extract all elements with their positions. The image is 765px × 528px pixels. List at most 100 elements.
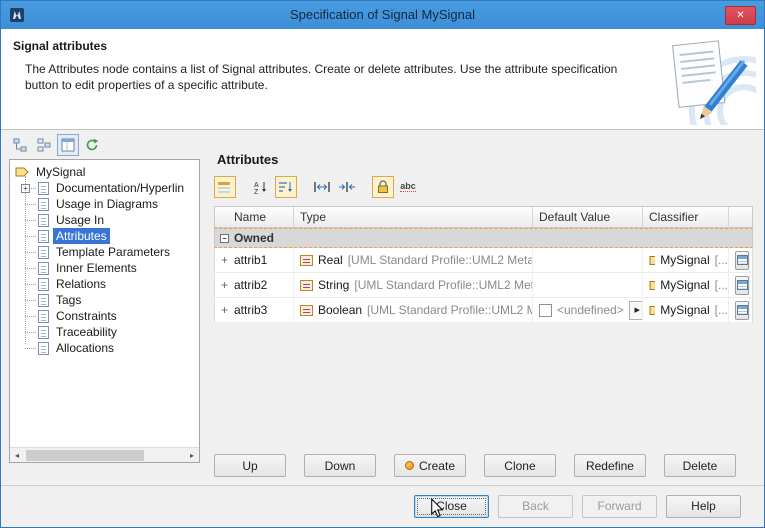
tree-item-label: Template Parameters	[53, 244, 173, 260]
button-label: Delete	[683, 459, 718, 473]
signal-icon	[649, 255, 655, 266]
collapse-minus-icon[interactable]	[220, 234, 229, 243]
signal-icon	[649, 280, 655, 291]
attributes-table: Name Type Default Value Classifier Owned…	[214, 206, 753, 323]
structure-view-icon[interactable]	[9, 134, 31, 156]
column-header-name[interactable]: Name	[215, 207, 294, 227]
dropdown-arrow-icon[interactable]	[629, 301, 643, 320]
default-value-cell[interactable]	[533, 273, 643, 297]
document-node-icon	[38, 262, 49, 275]
attribute-specification-button[interactable]	[735, 251, 749, 270]
abc-icon[interactable]: abc	[397, 176, 419, 198]
sort-alphabetically-icon[interactable]: AZ	[250, 176, 272, 198]
row-expand-icon[interactable]	[221, 303, 229, 317]
classifier-name: MySignal	[660, 278, 709, 292]
attribute-name: attrib3	[234, 303, 267, 317]
tree-item-relations[interactable]: Relations	[25, 276, 199, 292]
column-header-classifier[interactable]: Classifier	[643, 207, 729, 227]
panel-view-icon[interactable]	[57, 134, 79, 156]
forward-button[interactable]: Forward	[582, 495, 657, 518]
row-expand-icon[interactable]	[221, 278, 229, 292]
classifier-name: MySignal	[660, 303, 709, 317]
expand-plus-icon[interactable]	[21, 184, 30, 193]
document-node-icon	[38, 294, 49, 307]
sort-custom-icon[interactable]	[275, 176, 297, 198]
attribute-specification-button[interactable]	[735, 301, 749, 320]
attribute-name: attrib2	[234, 278, 267, 292]
document-node-icon	[38, 278, 49, 291]
title-bar: Specification of Signal MySignal	[1, 1, 764, 29]
svg-text:Z: Z	[254, 189, 259, 194]
collapse-columns-icon[interactable]	[336, 176, 358, 198]
signal-icon	[649, 305, 655, 316]
document-node-icon	[38, 326, 49, 339]
lock-icon[interactable]	[372, 176, 394, 198]
redefine-button[interactable]: Redefine	[574, 454, 646, 477]
tree-item-documentation[interactable]: Documentation/Hyperlin	[25, 180, 199, 196]
document-node-icon	[38, 182, 49, 195]
inherited-rows-icon[interactable]	[214, 176, 236, 198]
window-title: Specification of Signal MySignal	[1, 1, 764, 29]
tree-item-label: Attributes	[53, 228, 110, 244]
tree-item-usage-in-diagrams[interactable]: Usage in Diagrams	[25, 196, 199, 212]
tree-item-label: Constraints	[53, 308, 120, 324]
tree-item-allocations[interactable]: Allocations	[25, 340, 199, 356]
tree-item-constraints[interactable]: Constraints	[25, 308, 199, 324]
group-label: Owned	[234, 231, 274, 245]
tree-item-attributes[interactable]: Attributes	[25, 228, 199, 244]
column-header-type[interactable]: Type	[294, 207, 533, 227]
table-row[interactable]: attrib1 Real [UML Standard Profile::UML2…	[214, 248, 753, 273]
clone-button[interactable]: Clone	[484, 454, 556, 477]
close-icon[interactable]	[725, 6, 756, 25]
help-button[interactable]: Help	[666, 495, 741, 518]
attribute-name: attrib1	[234, 253, 267, 267]
toolbar-gap	[239, 176, 247, 198]
row-expand-icon[interactable]	[221, 253, 229, 267]
table-row[interactable]: attrib2 String [UML Standard Profile::UM…	[214, 273, 753, 298]
containment-view-icon[interactable]	[33, 134, 55, 156]
table-row[interactable]: attrib3 Boolean [UML Standard Profile::U…	[214, 298, 753, 323]
tree-horizontal-scrollbar[interactable]	[10, 447, 199, 462]
button-label: Down	[325, 459, 356, 473]
tree-item-traceability[interactable]: Traceability	[25, 324, 199, 340]
main-area: MySignal Documentation/Hyperlin Usage in…	[1, 130, 764, 484]
column-header-default-value[interactable]: Default Value	[533, 207, 643, 227]
toolbar-gap	[300, 176, 308, 198]
scrollbar-thumb[interactable]	[26, 450, 144, 461]
tree-item-inner-elements[interactable]: Inner Elements	[25, 260, 199, 276]
attribute-actions: Up Down Create Clone Redefine Delete	[214, 454, 736, 477]
delete-button[interactable]: Delete	[664, 454, 736, 477]
datatype-icon	[300, 280, 313, 291]
tree-item-label: Inner Elements	[53, 260, 140, 276]
tree-item-usage-in[interactable]: Usage In	[25, 212, 199, 228]
document-node-icon	[38, 198, 49, 211]
column-header-actions	[729, 207, 750, 227]
classifier-name: MySignal	[660, 253, 709, 267]
attribute-specification-button[interactable]	[735, 276, 749, 295]
down-button[interactable]: Down	[304, 454, 376, 477]
expand-columns-icon[interactable]	[311, 176, 333, 198]
button-label: Redefine	[586, 459, 634, 473]
classifier-detail: [...	[715, 253, 728, 267]
undefined-checkbox[interactable]	[539, 304, 552, 317]
attributes-panel-title: Attributes	[217, 152, 278, 167]
scroll-left-icon[interactable]	[10, 449, 24, 462]
tree-root-mysignal[interactable]: MySignal	[15, 163, 199, 180]
specification-tree: MySignal Documentation/Hyperlin Usage in…	[9, 159, 200, 463]
tree-item-label: Usage in Diagrams	[53, 196, 161, 212]
button-label: Create	[419, 459, 455, 473]
create-button[interactable]: Create	[394, 454, 466, 477]
tree-item-tags[interactable]: Tags	[25, 292, 199, 308]
default-value-cell[interactable]: <undefined>	[533, 298, 643, 322]
close-button[interactable]: Close	[414, 495, 489, 518]
up-button[interactable]: Up	[214, 454, 286, 477]
back-button[interactable]: Back	[498, 495, 573, 518]
scroll-right-icon[interactable]	[185, 449, 199, 462]
create-dot-icon	[405, 461, 414, 470]
tree-item-template-parameters[interactable]: Template Parameters	[25, 244, 199, 260]
default-value-cell[interactable]	[533, 248, 643, 272]
tree-item-label: Usage In	[53, 212, 107, 228]
refresh-icon[interactable]	[81, 134, 103, 156]
toolbar-gap	[361, 176, 369, 198]
group-row-owned[interactable]: Owned	[214, 228, 753, 248]
